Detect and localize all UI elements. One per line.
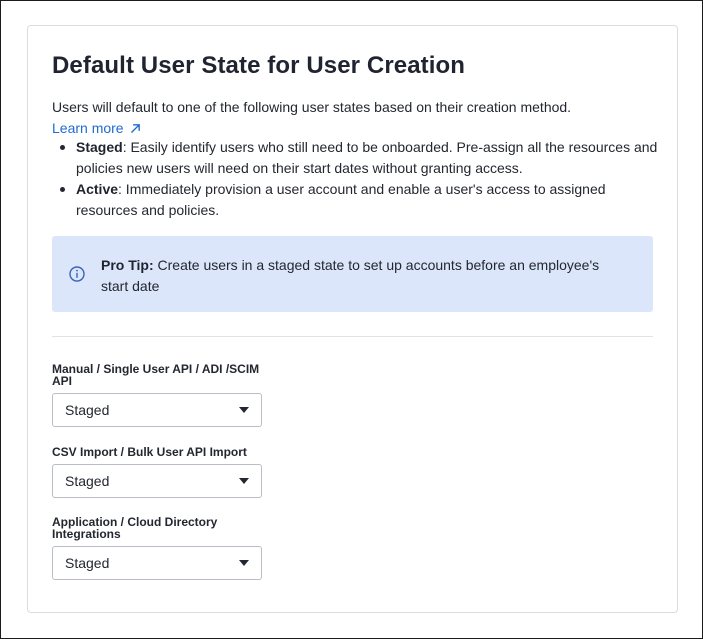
pro-tip-banner: Pro Tip: Create users in a staged state …: [52, 236, 653, 312]
user-state-list: Staged: Easily identify users who still …: [52, 137, 662, 221]
list-item-active: Active: Immediately provision a user acc…: [52, 179, 662, 221]
caret-down-icon: [239, 560, 249, 566]
info-icon: [69, 266, 85, 282]
list-item-staged: Staged: Easily identify users who still …: [52, 137, 662, 179]
section-divider: [52, 336, 653, 337]
bullet-term: Staged: [76, 139, 123, 155]
card-description: Users will default to one of the followi…: [52, 99, 572, 115]
field-label-application: Application / Cloud Directory Integratio…: [52, 515, 218, 541]
pro-tip-label: Pro Tip:: [101, 257, 154, 273]
pro-tip-body: Create users in a staged state to set up…: [101, 257, 600, 294]
caret-down-icon: [239, 407, 249, 413]
card-title: Default User State for User Creation: [52, 52, 466, 79]
select-value: Staged: [65, 473, 110, 489]
learn-more-link[interactable]: Learn more: [52, 118, 141, 138]
field-label-manual: Manual / Single User API / ADI /SCIM API: [52, 362, 260, 388]
manual-user-state-select[interactable]: Staged: [52, 393, 262, 427]
bullet-dot: [60, 145, 65, 150]
bullet-dot: [60, 187, 65, 192]
settings-card: Default User State for User Creation Use…: [27, 25, 678, 613]
bullet-term: Active: [76, 181, 119, 197]
bullet-text: : Immediately provision a user account a…: [76, 181, 606, 218]
caret-down-icon: [239, 478, 249, 484]
pro-tip-text: Pro Tip: Create users in a staged state …: [101, 255, 621, 297]
learn-more-label: Learn more: [52, 120, 124, 136]
select-value: Staged: [65, 402, 110, 418]
bullet-text: : Easily identify users who still need t…: [76, 139, 658, 176]
csv-user-state-select[interactable]: Staged: [52, 464, 262, 498]
select-value: Staged: [65, 555, 110, 571]
external-link-arrow-icon: [130, 123, 140, 133]
application-user-state-select[interactable]: Staged: [52, 546, 262, 580]
field-label-csv: CSV Import / Bulk User API Import: [52, 445, 247, 459]
